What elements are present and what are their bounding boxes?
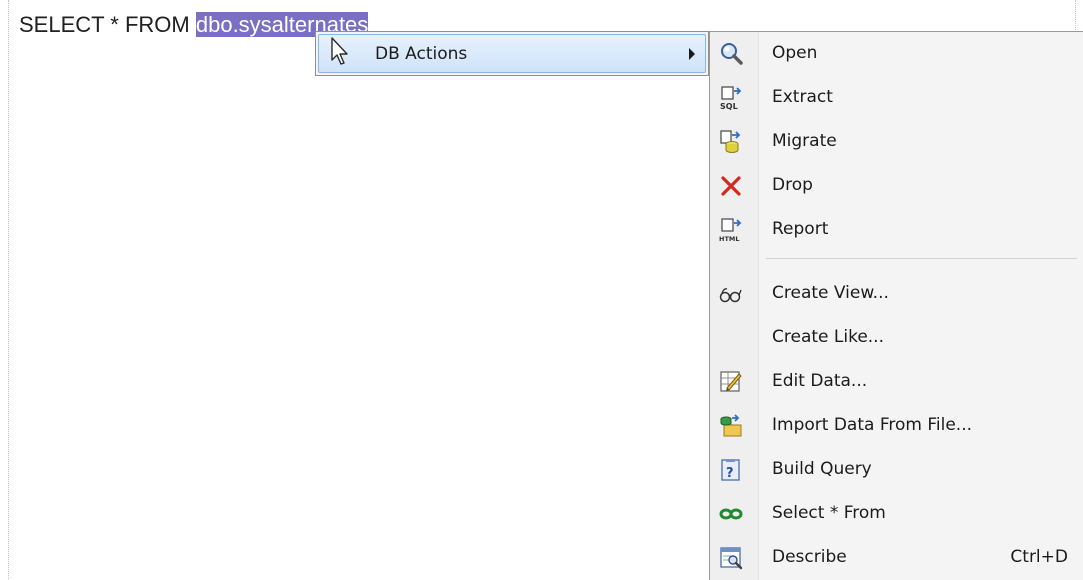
- red-x-icon: [721, 176, 741, 196]
- menu-label-open: Open: [772, 43, 818, 63]
- submenu-arrow-icon: [689, 48, 695, 60]
- menu-item-drop[interactable]: Drop: [710, 166, 1083, 206]
- svg-text:HTML: HTML: [719, 235, 739, 242]
- menu-item-build-query[interactable]: ? Build Query: [710, 450, 1083, 490]
- menu-item-describe[interactable]: Describe Ctrl+D: [710, 538, 1083, 578]
- menu-item-edit-data[interactable]: Edit Data...: [710, 362, 1083, 402]
- mouse-pointer-icon: [331, 37, 348, 65]
- html-report-icon: HTML: [719, 218, 742, 242]
- menu-item-select-from[interactable]: Select * From: [710, 494, 1083, 534]
- query-builder-icon: ?: [721, 459, 740, 481]
- sql-prefix-text: SELECT * FROM: [19, 12, 196, 37]
- menu-separator: [766, 258, 1077, 259]
- db-actions-label: DB Actions: [375, 44, 468, 64]
- menu-label-edit-data: Edit Data...: [772, 371, 868, 391]
- db-actions-submenu: Open SQL Extract Migrate Drop HTML Repor…: [709, 31, 1083, 580]
- menu-label-select-from: Select * From: [772, 503, 886, 523]
- menu-item-extract[interactable]: SQL Extract: [710, 78, 1083, 118]
- menu-label-report: Report: [772, 219, 829, 239]
- select-from-icon: [719, 508, 743, 520]
- glasses-icon: [719, 288, 742, 303]
- menu-label-build-query: Build Query: [772, 459, 872, 479]
- magnifier-icon: [721, 43, 743, 65]
- context-menu: DB Actions: [315, 31, 709, 76]
- menu-label-migrate: Migrate: [772, 131, 837, 151]
- menu-label-drop: Drop: [772, 175, 813, 195]
- import-icon: [720, 414, 742, 437]
- menu-label-create-like: Create Like...: [772, 327, 884, 347]
- db-actions-menu-item[interactable]: DB Actions: [318, 34, 706, 73]
- menu-item-open[interactable]: Open: [710, 34, 1083, 74]
- menu-label-import-data: Import Data From File...: [772, 415, 972, 435]
- menu-label-create-view: Create View...: [772, 283, 889, 303]
- describe-icon: [720, 547, 743, 570]
- svg-text:?: ?: [726, 466, 734, 481]
- menu-item-create-view[interactable]: Create View...: [710, 274, 1083, 314]
- menu-label-describe: Describe: [772, 547, 847, 567]
- sql-extract-icon: SQL: [720, 86, 742, 110]
- describe-shortcut: Ctrl+D: [1010, 547, 1068, 567]
- menu-item-report[interactable]: HTML Report: [710, 210, 1083, 250]
- menu-item-create-like[interactable]: Create Like...: [710, 318, 1083, 358]
- menu-label-extract: Extract: [772, 87, 833, 107]
- menu-item-import-data[interactable]: Import Data From File...: [710, 406, 1083, 446]
- svg-text:SQL: SQL: [720, 102, 738, 110]
- edit-table-icon: [720, 371, 742, 392]
- migrate-icon: [720, 130, 741, 153]
- menu-item-migrate[interactable]: Migrate: [710, 122, 1083, 162]
